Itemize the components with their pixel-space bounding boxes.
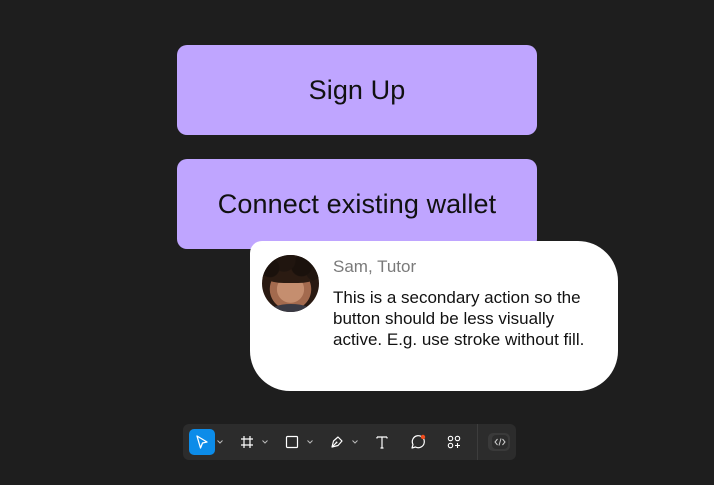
avatar-shirt bbox=[268, 304, 314, 312]
connect-wallet-button[interactable]: Connect existing wallet bbox=[177, 159, 537, 249]
cursor-arrow-icon bbox=[189, 429, 215, 455]
resources-tool[interactable] bbox=[441, 429, 467, 455]
toolbar-divider bbox=[477, 424, 478, 460]
code-brackets-icon bbox=[491, 435, 508, 449]
comment-message: This is a secondary action so the button… bbox=[333, 288, 585, 349]
connect-wallet-label: Connect existing wallet bbox=[217, 188, 497, 219]
comment-bubble-icon bbox=[405, 429, 431, 455]
text-t-icon bbox=[369, 429, 395, 455]
design-canvas[interactable]: Sign Up Connect existing wallet Sam, Tut… bbox=[0, 0, 714, 485]
comment-body: Sam, Tutor This is a secondary action so… bbox=[333, 255, 594, 391]
dev-mode-toggle[interactable] bbox=[487, 433, 510, 451]
chevron-down-icon[interactable] bbox=[261, 429, 269, 455]
move-tool[interactable] bbox=[189, 429, 224, 455]
comment-tool[interactable] bbox=[405, 429, 431, 455]
sign-up-button[interactable]: Sign Up bbox=[177, 45, 537, 135]
rectangle-icon bbox=[279, 429, 305, 455]
avatar-hair bbox=[262, 255, 319, 283]
pen-nib-icon bbox=[324, 429, 350, 455]
frame-tool[interactable] bbox=[234, 429, 269, 455]
frame-hash-icon bbox=[234, 429, 260, 455]
avatar bbox=[262, 255, 319, 312]
sign-up-label: Sign Up bbox=[308, 74, 406, 105]
shape-tool[interactable] bbox=[279, 429, 314, 455]
chevron-down-icon[interactable] bbox=[306, 429, 314, 455]
text-tool[interactable] bbox=[369, 429, 395, 455]
comment-author: Sam, Tutor bbox=[333, 257, 417, 276]
comment-bubble[interactable]: Sam, Tutor This is a secondary action so… bbox=[250, 241, 618, 391]
bottom-toolbar bbox=[183, 424, 516, 460]
chevron-down-icon[interactable] bbox=[351, 429, 359, 455]
chevron-down-icon[interactable] bbox=[216, 429, 224, 455]
pen-tool[interactable] bbox=[324, 429, 359, 455]
components-icon bbox=[441, 429, 467, 455]
